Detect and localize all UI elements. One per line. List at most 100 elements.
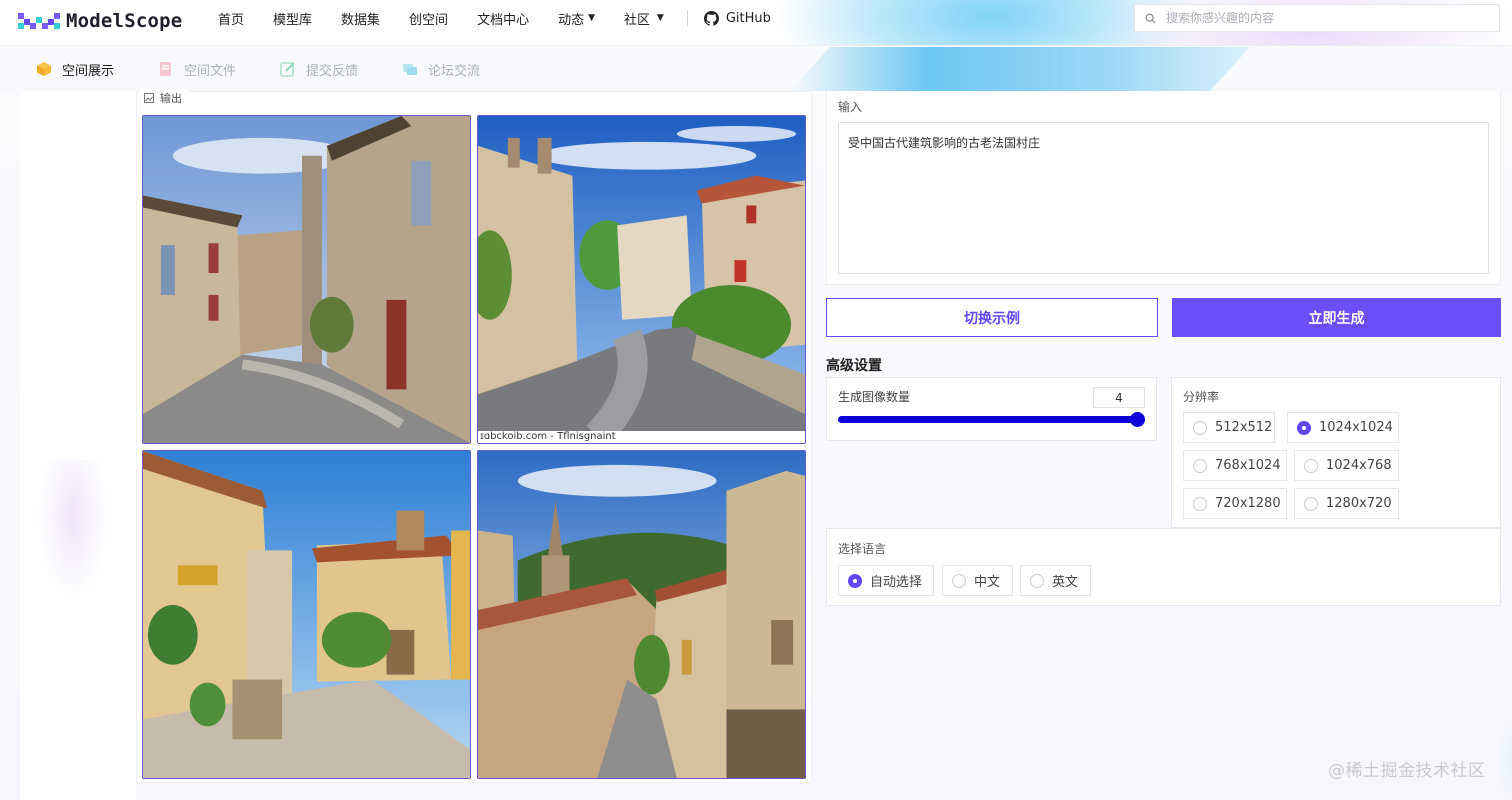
generated-image-1-picture <box>143 116 470 443</box>
chat-icon <box>403 64 418 75</box>
search-icon <box>1145 12 1156 24</box>
radio-icon <box>1304 496 1318 511</box>
generated-image-3-picture <box>143 451 470 778</box>
nav-datasets[interactable]: 数据集 <box>341 9 380 28</box>
image-count-label: 生成图像数量 <box>838 390 911 404</box>
radio-icon <box>1193 496 1207 511</box>
modelscope-logo-icon <box>18 13 60 29</box>
output-label-text: 输出 <box>160 92 182 105</box>
search-box[interactable] <box>1134 4 1500 32</box>
corner-glow-decoration <box>1496 720 1512 800</box>
edit-icon <box>280 62 295 77</box>
resolution-option-1024x1024[interactable]: 1024x1024 <box>1287 412 1399 443</box>
language-option-auto[interactable]: 自动选择 <box>838 565 934 596</box>
studio-tabbar: 空间展示 空间文件 提交反馈 论坛交流 <box>0 47 1512 91</box>
resolution-option-label: 1024x768 <box>1326 458 1392 473</box>
image-count-input[interactable] <box>1093 387 1145 408</box>
generated-image-2[interactable]: ɪɑbckoib.com - Tflnisgnaint <box>477 115 806 444</box>
resolution-option-1024x768[interactable]: 1024x768 <box>1294 450 1399 481</box>
background-blob-decoration <box>38 460 108 600</box>
nav-news-label: 动态 <box>558 12 585 28</box>
language-label: 选择语言 <box>838 542 887 556</box>
brand-name: ModelScope <box>66 10 183 32</box>
tab-space-files-label: 空间文件 <box>184 63 237 79</box>
radio-selected-icon <box>848 573 862 588</box>
switch-example-button[interactable]: 切换示例 <box>826 298 1158 337</box>
tab-forum-label: 论坛交流 <box>428 63 481 79</box>
resolution-option-label: 720x1280 <box>1215 496 1281 511</box>
language-option-chinese[interactable]: 中文 <box>942 565 1013 596</box>
left-gutter <box>20 91 136 800</box>
file-icon <box>160 62 172 76</box>
image-count-slider[interactable] <box>838 412 1145 427</box>
image-caption-text: ɪɑbckoib.com - Tflnisgnaint <box>478 431 805 443</box>
input-label: 输入 <box>838 100 863 114</box>
resolution-label: 分辨率 <box>1183 390 1220 404</box>
output-label: 输出 <box>140 89 188 107</box>
tab-space-showcase[interactable]: 空间展示 <box>36 60 114 79</box>
nav-home-label: 首页 <box>218 12 245 28</box>
studio-tabs: 空间展示 空间文件 提交反馈 论坛交流 <box>36 47 524 91</box>
resolution-option-label: 768x1024 <box>1215 458 1281 473</box>
radio-icon <box>1193 420 1207 435</box>
resolution-option-720x1280[interactable]: 720x1280 <box>1183 488 1287 519</box>
generated-image-2-picture <box>478 116 805 443</box>
resolution-option-512x512[interactable]: 512x512 <box>1183 412 1275 443</box>
image-icon <box>144 93 154 103</box>
switch-example-label: 切换示例 <box>964 310 1020 327</box>
nav-docs-label: 文档中心 <box>477 12 530 28</box>
tab-feedback[interactable]: 提交反馈 <box>280 60 358 79</box>
watermark-text: @稀土掘金技术社区 <box>1328 761 1486 781</box>
brand-logo[interactable]: ModelScope <box>18 7 182 35</box>
nav-studios[interactable]: 创空间 <box>409 9 448 28</box>
radio-icon <box>1304 458 1318 473</box>
nav-github-link[interactable]: GitHub <box>703 10 771 26</box>
radio-icon <box>1030 573 1044 588</box>
radio-icon <box>1193 458 1207 473</box>
tab-space-files[interactable]: 空间文件 <box>158 60 236 79</box>
nav-models[interactable]: 模型库 <box>273 9 312 28</box>
prompt-textarea[interactable] <box>838 122 1489 274</box>
generated-image-4[interactable] <box>477 450 806 779</box>
radio-selected-icon <box>1297 420 1311 435</box>
search-input[interactable] <box>1166 11 1466 25</box>
slider-fill <box>838 416 1138 423</box>
generated-image-1[interactable] <box>142 115 471 444</box>
nav-home[interactable]: 首页 <box>218 9 244 28</box>
nav-docs[interactable]: 文档中心 <box>477 9 529 28</box>
advanced-settings-title: 高级设置 <box>826 358 882 374</box>
tabbar-banner-decoration <box>790 47 1250 91</box>
language-option-label: 中文 <box>974 575 1001 590</box>
tab-feedback-label: 提交反馈 <box>306 63 359 79</box>
nav-community-dropdown[interactable]: 社区 ▼ <box>624 9 664 28</box>
language-option-label: 自动选择 <box>870 575 923 590</box>
resolution-option-label: 512x512 <box>1215 420 1273 435</box>
resolution-option-768x1024[interactable]: 768x1024 <box>1183 450 1287 481</box>
github-icon <box>703 10 719 26</box>
tab-space-showcase-label: 空间展示 <box>62 63 115 79</box>
github-label: GitHub <box>725 10 771 26</box>
nav-datasets-label: 数据集 <box>341 12 381 28</box>
nav-studios-label: 创空间 <box>409 12 449 28</box>
image-gallery: ɪɑbckoib.com - Tflnisgnaint <box>142 115 806 779</box>
nav-models-label: 模型库 <box>273 12 313 28</box>
nav-news-dropdown[interactable]: 动态 ▼ <box>558 9 595 28</box>
generate-button[interactable]: 立即生成 <box>1172 298 1501 337</box>
generated-image-4-picture <box>478 451 805 778</box>
resolution-option-label: 1280x720 <box>1326 496 1392 511</box>
resolution-option-label: 1024x1024 <box>1319 420 1393 435</box>
chevron-down-icon: ▼ <box>588 13 596 23</box>
generate-label: 立即生成 <box>1308 310 1365 327</box>
resolution-option-1280x720[interactable]: 1280x720 <box>1294 488 1399 519</box>
language-option-label: 英文 <box>1052 575 1079 590</box>
nav-community-label: 社区 <box>624 12 651 28</box>
tab-forum[interactable]: 论坛交流 <box>402 60 480 79</box>
slider-handle[interactable] <box>1130 412 1145 427</box>
main-nav: 首页 模型库 数据集 创空间 文档中心 动态 ▼ 社区 ▼ GitHub <box>218 0 800 36</box>
top-navbar: ModelScope 首页 模型库 数据集 创空间 文档中心 动态 ▼ 社区 ▼ … <box>0 0 1512 46</box>
chevron-down-icon: ▼ <box>654 13 664 23</box>
radio-icon <box>952 573 966 588</box>
generated-image-3[interactable] <box>142 450 471 779</box>
language-option-english[interactable]: 英文 <box>1020 565 1091 596</box>
nav-divider <box>686 10 688 26</box>
